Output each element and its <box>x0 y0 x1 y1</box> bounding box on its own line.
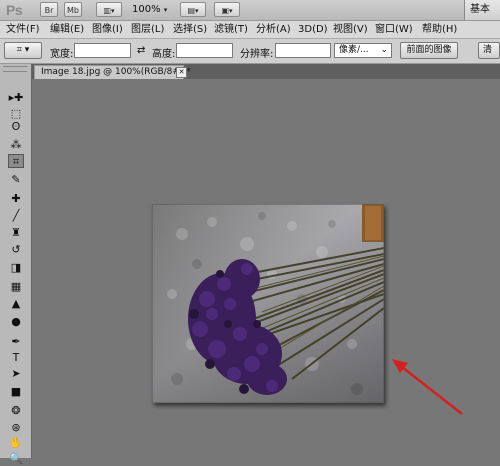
annotation-arrow <box>392 359 463 415</box>
front-image-button[interactable]: 前面的图像 <box>400 42 458 59</box>
resolution-field[interactable] <box>275 43 331 58</box>
zoom-tool-icon[interactable]: 🔍 <box>8 452 24 466</box>
tools-panel: ▸✚ ⬚ ʘ ⁂ ⌗ ✎ ✚ ╱ ♜ ↺ ◨ ▦ ▲ ● ✒ T ➤ ■ ❂ ⊛ ✋ 🔍 <box>0 64 32 465</box>
panel-grip[interactable] <box>3 66 27 72</box>
screen-mode-icon: ▣ <box>221 6 230 15</box>
screen-mode-dropdown[interactable]: ▣▾ <box>214 2 240 17</box>
move-tool-icon[interactable]: ▸✚ <box>8 91 24 105</box>
menu-analysis[interactable]: 分析(A) <box>256 23 291 36</box>
menu-layer[interactable]: 图层(L) <box>131 23 164 36</box>
height-field[interactable] <box>176 43 233 58</box>
brush-tool-icon[interactable]: ╱ <box>8 209 24 223</box>
shape-tool-icon[interactable]: ■ <box>8 385 24 399</box>
view-extras-dropdown[interactable]: ▥▾ <box>96 2 122 17</box>
eraser-tool-icon[interactable]: ◨ <box>8 261 24 275</box>
mini-bridge-button[interactable]: Mb <box>64 2 82 17</box>
crop-preset-icon: ⌗ <box>16 45 22 55</box>
height-label: 高度: <box>152 49 176 60</box>
chevron-down-icon: ⌄ <box>380 45 388 55</box>
document-tab-label: Image 18.jpg @ 100%(RGB/8#) * <box>41 67 191 77</box>
flower-photo <box>152 204 384 403</box>
menu-edit[interactable]: 编辑(E) <box>50 23 84 36</box>
menu-view[interactable]: 视图(V) <box>333 23 368 36</box>
marquee-tool-icon[interactable]: ⬚ <box>8 107 24 121</box>
chevron-down-icon: ▾ <box>163 6 168 14</box>
menu-window[interactable]: 窗口(W) <box>375 23 413 36</box>
arrange-icon: ▤ <box>187 6 196 15</box>
options-bar: ⌗ ▾ 宽度: ⇄ 高度: 分辨率: 像素/... ⌄ 前面的图像 清 <box>0 39 500 64</box>
menu-select[interactable]: 选择(S) <box>173 23 207 36</box>
gradient-tool-icon[interactable]: ▦ <box>8 280 24 294</box>
document-tab[interactable]: Image 18.jpg @ 100%(RGB/8#) * ✕ <box>34 65 191 79</box>
chevron-down-icon: ▾ <box>195 7 199 15</box>
document-image[interactable] <box>152 204 384 403</box>
clear-button[interactable]: 清 <box>478 42 500 59</box>
type-tool-icon[interactable]: T <box>8 351 24 365</box>
width-field[interactable] <box>74 43 131 58</box>
menu-help[interactable]: 帮助(H) <box>422 23 457 36</box>
pen-tool-icon[interactable]: ✒ <box>8 335 24 349</box>
clone-stamp-tool-icon[interactable]: ♜ <box>8 226 24 240</box>
workspace-switcher[interactable]: 基本 <box>464 0 500 20</box>
bridge-button[interactable]: Br <box>40 2 58 17</box>
chevron-down-icon: ▾ <box>229 7 233 15</box>
arrange-documents-dropdown[interactable]: ▤▾ <box>180 2 206 17</box>
document-tab-bar: Image 18.jpg @ 100%(RGB/8#) * ✕ <box>32 64 500 79</box>
hand-tool-icon[interactable]: ✋ <box>8 436 24 450</box>
chevron-down-icon: ▾ <box>111 7 115 15</box>
history-brush-tool-icon[interactable]: ↺ <box>8 243 24 257</box>
menu-filter[interactable]: 滤镜(T) <box>214 23 248 36</box>
resolution-label: 分辨率: <box>240 49 274 60</box>
chevron-down-icon: ▾ <box>24 45 30 55</box>
width-label: 宽度: <box>50 49 74 60</box>
close-icon[interactable]: ✕ <box>176 67 187 78</box>
blur-tool-icon[interactable]: ▲ <box>8 297 24 311</box>
3d-rotate-tool-icon[interactable]: ❂ <box>8 404 24 418</box>
crop-tool-icon[interactable]: ⌗ <box>8 154 24 168</box>
swap-dimensions-icon[interactable]: ⇄ <box>137 45 145 56</box>
menu-image[interactable]: 图像(I) <box>92 23 123 36</box>
quick-select-tool-icon[interactable]: ⁂ <box>8 138 24 152</box>
eyedropper-tool-icon[interactable]: ✎ <box>8 173 24 187</box>
3d-orbit-tool-icon[interactable]: ⊛ <box>8 421 24 435</box>
healing-brush-tool-icon[interactable]: ✚ <box>8 192 24 206</box>
title-bar: Ps Br Mb ▥▾ 100% ▾ ▤▾ ▣▾ 基本 <box>0 0 500 21</box>
photoshop-logo: Ps <box>6 2 23 18</box>
resolution-unit-select[interactable]: 像素/... ⌄ <box>334 43 392 58</box>
view-extras-icon: ▥ <box>103 6 112 15</box>
path-select-tool-icon[interactable]: ➤ <box>8 367 24 381</box>
menu-file[interactable]: 文件(F) <box>6 23 40 36</box>
tool-preset-picker[interactable]: ⌗ ▾ <box>4 42 42 59</box>
lasso-tool-icon[interactable]: ʘ <box>8 120 24 134</box>
dodge-tool-icon[interactable]: ● <box>8 315 24 329</box>
menu-bar: 文件(F) 编辑(E) 图像(I) 图层(L) 选择(S) 滤镜(T) 分析(A… <box>0 21 500 39</box>
menu-3d[interactable]: 3D(D) <box>298 23 328 36</box>
zoom-level[interactable]: 100% ▾ <box>132 4 167 15</box>
